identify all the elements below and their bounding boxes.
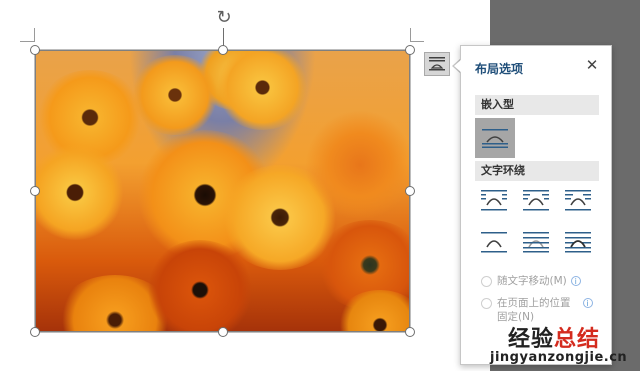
flower-top-right (215, 50, 310, 130)
crop-mark-top-right-v (410, 28, 411, 42)
watermark-cn-part2: 总结 (554, 327, 601, 352)
wrap-square-icon (481, 190, 507, 211)
info-icon[interactable]: i (582, 298, 593, 308)
wrap-through-icon (565, 190, 591, 211)
info-icon[interactable]: i (570, 276, 581, 286)
resize-handle-top-right[interactable] (405, 45, 415, 55)
crop-mark-top-right (410, 41, 424, 42)
fix-position-label-line1: 在页面上的位置 (497, 297, 571, 309)
crop-mark-top-left (20, 41, 34, 42)
wrap-top-bottom-icon (481, 232, 507, 253)
move-with-text-radio[interactable] (481, 276, 492, 287)
behind-text-icon (523, 232, 549, 253)
resize-handle-bottom-left[interactable] (30, 327, 40, 337)
close-icon[interactable]: ✕ (583, 56, 601, 74)
flower-top-mid (130, 55, 220, 135)
crop-mark-top-left-v (34, 28, 35, 42)
option-wrap-tight[interactable] (520, 186, 552, 216)
in-front-of-text-icon (565, 232, 591, 253)
fix-position-radio[interactable] (481, 298, 492, 309)
resize-handle-top[interactable] (218, 45, 228, 55)
resize-handle-left[interactable] (30, 186, 40, 196)
move-with-text-option[interactable]: 随文字移动(M) i (481, 274, 581, 288)
flower-right-mid (305, 110, 410, 220)
wrap-tight-icon (523, 190, 549, 211)
option-wrap-top-bottom[interactable] (478, 228, 510, 258)
section-wrap: 文字环绕 (475, 161, 599, 181)
watermark-cn-part1: 经验 (508, 327, 555, 352)
flower-bottom-mid (145, 240, 255, 332)
panel-title: 布局选项 (475, 62, 524, 76)
option-inline-with-text[interactable] (475, 118, 515, 158)
move-with-text-label: 随文字移动(M) (497, 275, 567, 287)
option-wrap-through[interactable] (562, 186, 594, 216)
watermark-cn: 经验总结 (508, 321, 600, 353)
flower-picture[interactable] (34, 49, 411, 333)
resize-handle-bottom-right[interactable] (405, 327, 415, 337)
option-in-front-of-text[interactable] (562, 228, 594, 258)
watermark: 经验总结 jingyanzongjie.cn (488, 318, 640, 371)
layout-options-button[interactable] (424, 52, 450, 76)
layout-options-panel: 布局选项 ✕ 嵌入型 文字环绕 随文字移动(M) i 在页面上的位置 固定(N)… (460, 45, 612, 365)
option-behind-text[interactable] (520, 228, 552, 258)
inline-with-text-icon (482, 129, 508, 148)
watermark-en: jingyanzongjie.cn (490, 350, 628, 365)
option-wrap-square[interactable] (478, 186, 510, 216)
section-inline: 嵌入型 (475, 95, 599, 115)
flower-left-mid (35, 145, 125, 240)
resize-handle-right[interactable] (405, 186, 415, 196)
rotate-handle-icon[interactable]: ↻ (214, 8, 234, 28)
resize-handle-bottom[interactable] (218, 327, 228, 337)
layout-options-icon (429, 57, 445, 71)
panel-pointer-inner (454, 59, 462, 73)
resize-handle-top-left[interactable] (30, 45, 40, 55)
